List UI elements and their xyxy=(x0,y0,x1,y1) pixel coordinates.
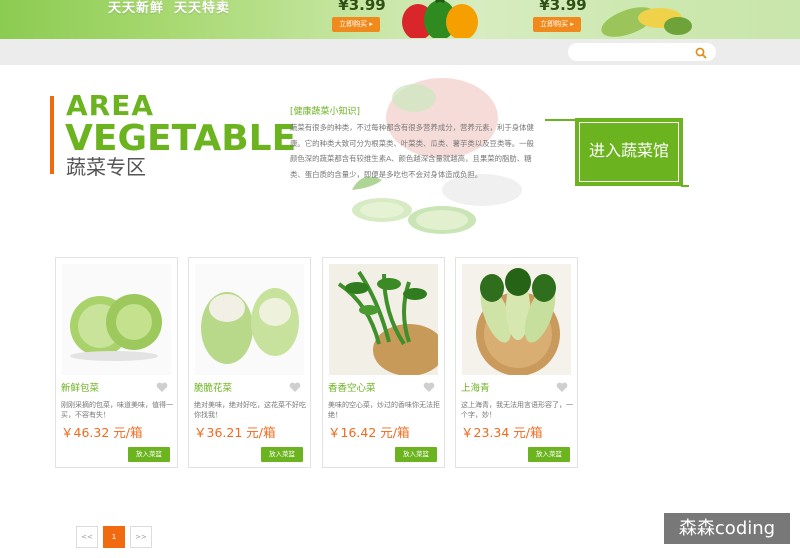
slogan-sale: 天天特卖 xyxy=(174,1,231,16)
product-name[interactable]: 脆脆花菜 xyxy=(194,382,232,395)
product-name[interactable]: 上海青 xyxy=(461,382,490,395)
bok-choy-image xyxy=(462,264,571,375)
product-description: 绝对美味，绝对好吃，这花菜不好吃你找我！ xyxy=(194,401,306,419)
product-card: 新鲜包菜 刚刚采摘的包菜，味道美味，值得一买，不容有失！ ￥46.32 元/箱 … xyxy=(55,257,178,468)
product-description: 刚刚采摘的包菜，味道美味，值得一买，不容有失！ xyxy=(61,401,173,419)
favorite-heart-icon[interactable] xyxy=(556,382,568,393)
area-accent-bar xyxy=(50,96,54,174)
promo-price: ¥3.99 xyxy=(539,0,587,14)
buy-now-button[interactable]: 立即购买 ▸ xyxy=(533,17,581,32)
promo-1: ¥3.99 立即购买 ▸ xyxy=(332,0,392,32)
search-icon[interactable] xyxy=(695,47,707,59)
search-bar xyxy=(0,39,800,65)
product-card: 上海青 这上海青，我无法用言语形容了，一个字，妙！ ￥23.34 元/箱 放入菜… xyxy=(455,257,578,468)
water-spinach-image xyxy=(329,264,438,375)
favorite-heart-icon[interactable] xyxy=(156,382,168,393)
enter-vegetable-hall-button[interactable]: 进入蔬菜馆 xyxy=(545,118,689,190)
pepper-image xyxy=(402,0,478,38)
product-price: ￥16.42 元/箱 xyxy=(328,425,410,440)
watermark: 森森coding xyxy=(664,513,790,544)
favorite-heart-icon[interactable] xyxy=(423,382,435,393)
banner-slogan: 天天新鲜 天天特卖 xyxy=(108,0,240,18)
cabbage-image xyxy=(62,264,171,375)
buy-now-button[interactable]: 立即购买 ▸ xyxy=(332,17,380,32)
add-to-basket-button[interactable]: 放入菜篮 xyxy=(395,447,437,462)
tips-title: [健康蔬菜小知识] xyxy=(290,107,361,117)
top-banner: 天天新鲜 天天特卖 ¥3.99 立即购买 ▸ ¥3.99 立即购买 ▸ xyxy=(0,0,800,39)
decor-line xyxy=(545,119,577,121)
page-1-button[interactable]: 1 xyxy=(103,526,125,548)
tips-text: 蔬菜有很多的种类，不过每种都含有很多营养成分，营养元素，利于身体健康。它的种类大… xyxy=(290,123,534,179)
product-description: 美味的空心菜，炒过的香味你无法拒绝！ xyxy=(328,401,440,419)
area-title-cn: 蔬菜专区 xyxy=(66,155,146,179)
add-to-basket-button[interactable]: 放入菜篮 xyxy=(261,447,303,462)
area-title-en-2: VEGETABLE xyxy=(65,118,297,159)
next-page-button[interactable]: >> xyxy=(130,526,152,548)
product-name[interactable]: 新鲜包菜 xyxy=(61,382,99,395)
favorite-heart-icon[interactable] xyxy=(289,382,301,393)
promo-price: ¥3.99 xyxy=(338,0,386,14)
enter-button-label: 进入蔬菜馆 xyxy=(588,141,669,160)
prev-page-button[interactable]: << xyxy=(76,526,98,548)
product-price: ￥36.21 元/箱 xyxy=(194,425,276,440)
add-to-basket-button[interactable]: 放入菜篮 xyxy=(128,447,170,462)
add-to-basket-button[interactable]: 放入菜篮 xyxy=(528,447,570,462)
product-name[interactable]: 香香空心菜 xyxy=(328,382,376,395)
search-input[interactable] xyxy=(568,43,716,61)
product-price: ￥46.32 元/箱 xyxy=(61,425,143,440)
product-price: ￥23.34 元/箱 xyxy=(461,425,543,440)
promo-2: ¥3.99 立即购买 ▸ xyxy=(533,0,593,32)
cauliflower-image xyxy=(195,264,304,375)
product-card: 脆脆花菜 绝对美味，绝对好吃，这花菜不好吃你找我！ ￥36.21 元/箱 放入菜… xyxy=(188,257,311,468)
product-card: 香香空心菜 美味的空心菜，炒过的香味你无法拒绝！ ￥16.42 元/箱 放入菜篮 xyxy=(322,257,445,468)
slogan-fresh: 天天新鲜 xyxy=(108,1,165,16)
zucchini-image xyxy=(601,7,692,37)
decor-line xyxy=(681,185,689,187)
product-description: 这上海青，我无法用言语形容了，一个字，妙！ xyxy=(461,401,573,419)
